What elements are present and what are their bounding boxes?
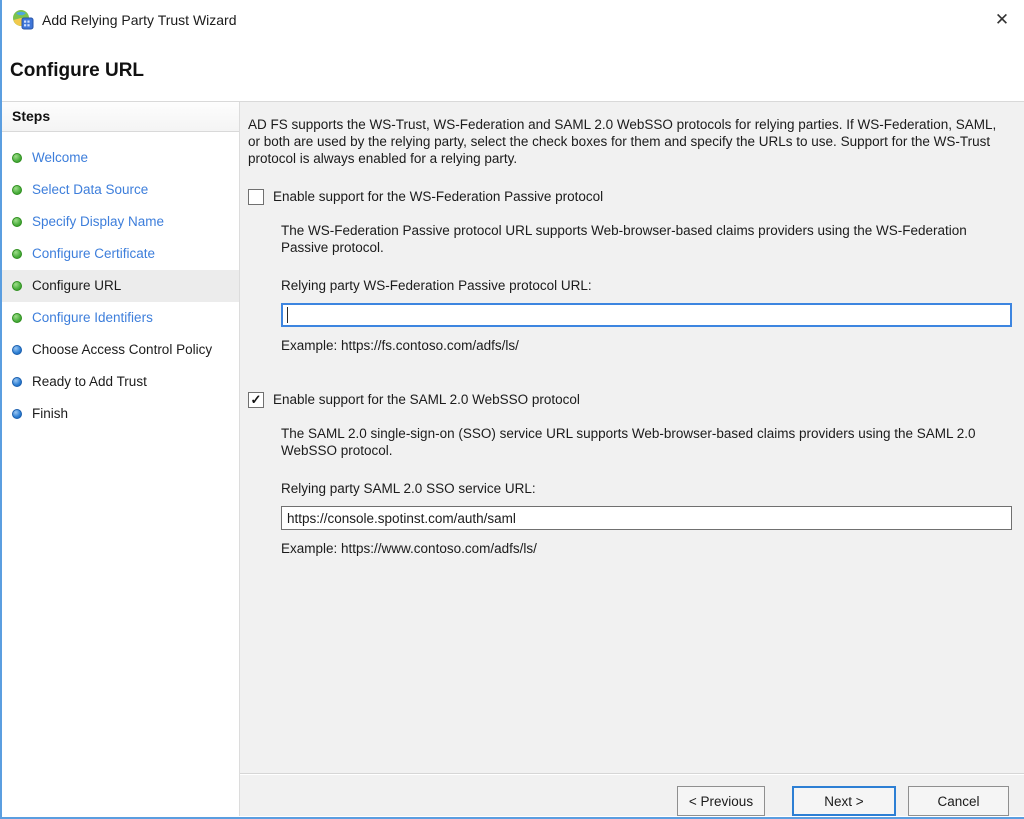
cancel-button[interactable]: Cancel: [908, 786, 1009, 816]
saml-url-label: Relying party SAML 2.0 SSO service URL:: [281, 480, 1012, 497]
saml-checkbox[interactable]: ✓: [248, 392, 264, 408]
step-done-bullet-icon: [12, 185, 22, 195]
sidebar-item-configure-url: Configure URL: [2, 270, 239, 302]
saml-section: The SAML 2.0 single-sign-on (SSO) servic…: [281, 425, 1012, 557]
intro-text: AD FS supports the WS-Trust, WS-Federati…: [248, 116, 1012, 167]
wizard-window: Add Relying Party Trust Wizard ✕ Configu…: [0, 0, 1024, 819]
text-caret: [287, 307, 288, 323]
step-current-bullet-icon: [12, 281, 22, 291]
next-button[interactable]: Next >: [792, 786, 896, 816]
close-icon[interactable]: ✕: [980, 0, 1024, 40]
wizard-button-bar: < Previous Next > Cancel: [240, 773, 1024, 816]
step-upcoming-bullet-icon: [12, 345, 22, 355]
relying-party-trust-icon: [12, 9, 34, 31]
steps-heading: Steps: [2, 102, 239, 132]
sidebar-item-ready-to-add-trust: Ready to Add Trust: [2, 366, 239, 398]
saml-checkbox-label[interactable]: Enable support for the SAML 2.0 WebSSO p…: [273, 391, 580, 408]
saml-example-text: Example: https://www.contoso.com/adfs/ls…: [281, 540, 1012, 557]
wsfed-url-input[interactable]: [281, 303, 1012, 327]
sidebar-item-finish: Finish: [2, 398, 239, 430]
window-title: Add Relying Party Trust Wizard: [42, 12, 237, 28]
sidebar-item-choose-access-control-policy: Choose Access Control Policy: [2, 334, 239, 366]
wsfed-checkbox-row: Enable support for the WS-Federation Pas…: [248, 188, 1012, 205]
step-upcoming-bullet-icon: [12, 377, 22, 387]
step-done-bullet-icon: [12, 217, 22, 227]
content-pane: AD FS supports the WS-Trust, WS-Federati…: [240, 102, 1024, 816]
step-done-bullet-icon: [12, 313, 22, 323]
titlebar: Add Relying Party Trust Wizard ✕: [2, 0, 1024, 40]
wizard-body: Steps Welcome Select Data Source Specify…: [2, 102, 1024, 816]
configure-url-form: AD FS supports the WS-Trust, WS-Federati…: [240, 102, 1024, 773]
wsfed-example-text: Example: https://fs.contoso.com/adfs/ls/: [281, 337, 1012, 354]
steps-list: Welcome Select Data Source Specify Displ…: [2, 132, 239, 430]
step-done-bullet-icon: [12, 153, 22, 163]
steps-sidebar: Steps Welcome Select Data Source Specify…: [2, 102, 240, 816]
sidebar-item-welcome[interactable]: Welcome: [2, 142, 239, 174]
wsfed-checkbox[interactable]: [248, 189, 264, 205]
wsfed-checkbox-label[interactable]: Enable support for the WS-Federation Pas…: [273, 188, 603, 205]
saml-checkbox-row: ✓ Enable support for the SAML 2.0 WebSSO…: [248, 391, 1012, 408]
sidebar-item-configure-identifiers[interactable]: Configure Identifiers: [2, 302, 239, 334]
wsfed-url-label: Relying party WS-Federation Passive prot…: [281, 277, 1012, 294]
page-title: Configure URL: [2, 40, 1024, 102]
saml-description: The SAML 2.0 single-sign-on (SSO) servic…: [281, 425, 1012, 459]
step-done-bullet-icon: [12, 249, 22, 259]
sidebar-item-specify-display-name[interactable]: Specify Display Name: [2, 206, 239, 238]
previous-button[interactable]: < Previous: [677, 786, 765, 816]
wsfed-section: The WS-Federation Passive protocol URL s…: [281, 222, 1012, 354]
sidebar-item-configure-certificate[interactable]: Configure Certificate: [2, 238, 239, 270]
sidebar-item-select-data-source[interactable]: Select Data Source: [2, 174, 239, 206]
wsfed-description: The WS-Federation Passive protocol URL s…: [281, 222, 1012, 256]
saml-url-input[interactable]: [281, 506, 1012, 530]
step-upcoming-bullet-icon: [12, 409, 22, 419]
